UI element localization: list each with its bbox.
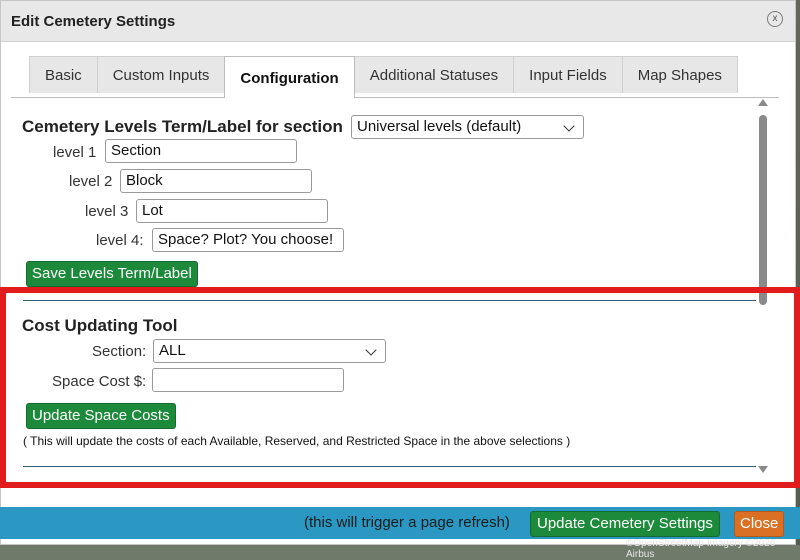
- level-1-input[interactable]: Section: [105, 139, 297, 163]
- tab-bar: Basic Custom Inputs Configuration Additi…: [29, 56, 738, 98]
- map-copyright: ©OpenStreetMap Imagery ©2026 Airbus: [626, 538, 776, 560]
- update-cemetery-settings-button[interactable]: Update Cemetery Settings: [530, 511, 720, 537]
- levels-select[interactable]: Universal levels (default): [351, 115, 584, 139]
- tab-input-fields[interactable]: Input Fields: [513, 56, 623, 93]
- level-2-label: level 2: [69, 173, 113, 190]
- scroll-up-icon[interactable]: [758, 99, 768, 106]
- close-icon[interactable]: x: [767, 11, 783, 27]
- save-levels-button[interactable]: Save Levels Term/Label: [26, 261, 198, 287]
- level-1-label: level 1: [53, 144, 97, 161]
- scroll-thumb[interactable]: [759, 115, 767, 305]
- close-button[interactable]: Close: [734, 511, 785, 537]
- tab-basic[interactable]: Basic: [29, 56, 98, 93]
- refresh-note: (this will trigger a page refresh): [304, 514, 510, 531]
- tab-map-shapes[interactable]: Map Shapes: [621, 56, 738, 93]
- level-3-input[interactable]: Lot: [136, 199, 328, 223]
- highlight-box: [0, 287, 800, 488]
- tab-additional-statuses[interactable]: Additional Statuses: [353, 56, 515, 93]
- level-4-label: level 4:: [96, 232, 144, 249]
- levels-section-title: Cemetery Levels Term/Label for section: [22, 117, 343, 136]
- tab-custom-inputs[interactable]: Custom Inputs: [96, 56, 226, 93]
- level-2-input[interactable]: Block: [120, 169, 312, 193]
- levels-select-value: Universal levels (default): [357, 118, 522, 135]
- chevron-down-icon: [563, 120, 575, 132]
- dialog-footer: (this will trigger a page refresh) Updat…: [0, 507, 800, 539]
- dialog-titlebar: Edit Cemetery Settings x: [1, 1, 795, 42]
- level-3-label: level 3: [85, 203, 129, 220]
- tab-configuration[interactable]: Configuration: [224, 56, 355, 98]
- dialog-title: Edit Cemetery Settings: [11, 13, 176, 30]
- level-4-input[interactable]: Space? Plot? You choose!: [152, 228, 344, 252]
